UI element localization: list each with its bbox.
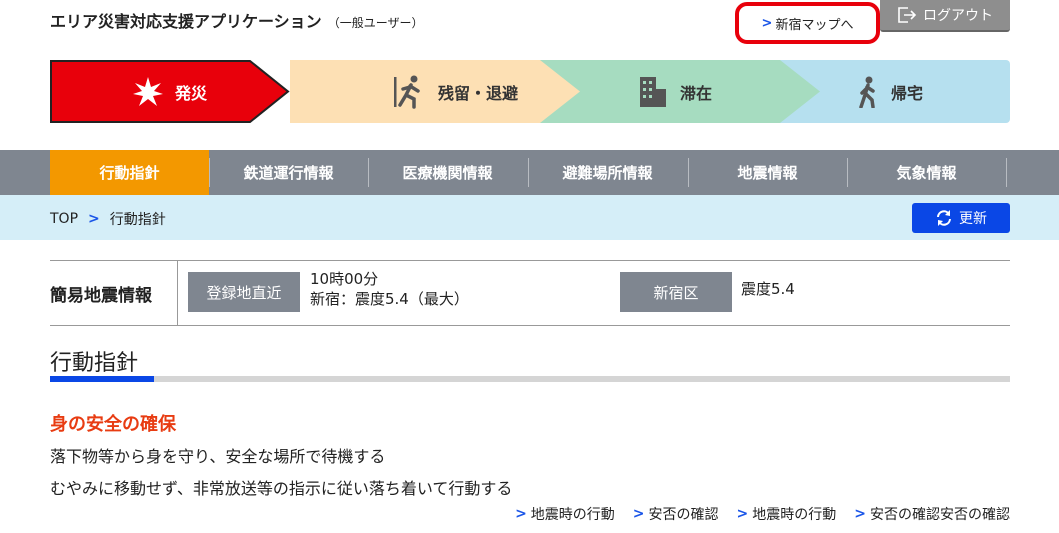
building-icon — [638, 75, 668, 109]
map-link-label: 新宿マップへ — [775, 17, 854, 33]
chevron-right-icon: > — [515, 506, 527, 522]
section-underline — [50, 376, 1010, 382]
phase-disaster[interactable]: 発災 — [50, 60, 340, 123]
guidance-text: 落下物等から身を守り、安全な場所で待機する — [50, 447, 386, 466]
user-role-label: （一般ユーザー） — [327, 16, 424, 30]
nav-item-medical[interactable]: 医療機関情報 — [368, 150, 527, 195]
earthquake-intensity: 新宿：震度5.4（最大） — [310, 290, 469, 308]
link-earthquake-action[interactable]: > 地震時の行動 — [737, 504, 837, 524]
nav-item-shelter[interactable]: 避難場所情報 — [528, 150, 687, 195]
walking-person-icon — [857, 76, 879, 108]
link-safety-check[interactable]: > 安否の確認安否の確認 — [854, 504, 1010, 524]
link-safety-check[interactable]: > 安否の確認 — [633, 504, 719, 524]
burst-icon — [132, 76, 163, 107]
nav-item-railway[interactable]: 鉄道運行情報 — [209, 150, 368, 195]
nav-divider — [1006, 158, 1007, 187]
link-label: 安否の確認 — [648, 507, 719, 523]
breadcrumb-home[interactable]: TOP — [50, 211, 78, 227]
app-title: エリア災害対応支援アプリケーション （一般ユーザー） — [50, 8, 423, 32]
phase-label: 滞在 — [679, 83, 712, 103]
ward-badge: 新宿区 — [620, 272, 732, 312]
link-label: 安否の確認安否の確認 — [870, 507, 1010, 523]
main-nav: 行動指針 鉄道運行情報 医療機関情報 避難場所情報 地震情報 気象情報 — [0, 150, 1059, 195]
safety-heading: 身の安全の確保 — [50, 414, 176, 435]
link-label: 地震時の行動 — [752, 507, 837, 523]
earthquake-time: 10時00分 — [310, 270, 379, 288]
breadcrumb-current: 行動指針 — [109, 212, 166, 228]
chevron-right-icon: > — [736, 506, 749, 522]
ward-intensity: 震度5.4 — [741, 280, 795, 298]
phase-label: 帰宅 — [890, 83, 923, 103]
nav-item-weather[interactable]: 気象情報 — [847, 150, 1006, 195]
app-title-text: エリア災害対応支援アプリケーション — [50, 12, 322, 31]
logout-icon — [898, 7, 917, 23]
divider — [177, 261, 178, 325]
phase-label: 残留・退避 — [437, 83, 518, 103]
refresh-icon — [937, 210, 951, 226]
chevron-right-icon: > — [632, 506, 645, 522]
refresh-button[interactable]: 更新 — [912, 203, 1010, 233]
running-person-icon — [392, 75, 426, 109]
related-links: > 地震時の行動 > 安否の確認 > 地震時の行動 > 安否の確認安否の確認 — [497, 504, 1010, 524]
chevron-right-icon: > — [854, 506, 866, 522]
logout-button[interactable]: ログアウト — [880, 0, 1010, 32]
earthquake-summary-title: 簡易地震情報 — [50, 286, 152, 306]
breadcrumb: TOP > 行動指針 — [50, 209, 166, 229]
earthquake-summary: 簡易地震情報 登録地直近 10時00分 新宿：震度5.4（最大） 新宿区 震度5… — [50, 260, 1010, 326]
nav-item-guidance[interactable]: 行動指針 — [50, 150, 209, 195]
shinjuku-map-link[interactable]: > 新宿マップへ — [735, 2, 880, 44]
link-earthquake-action[interactable]: > 地震時の行動 — [515, 504, 615, 524]
section-heading: 行動指針 — [50, 351, 139, 376]
nav-item-earthquake[interactable]: 地震情報 — [688, 150, 847, 195]
chevron-right-icon: > — [761, 15, 773, 31]
guidance-text: むやみに移動せず、非常放送等の指示に従い落ち着いて行動する — [50, 479, 513, 498]
refresh-label: 更新 — [959, 211, 987, 227]
link-label: 地震時の行動 — [530, 507, 615, 523]
chevron-right-icon: > — [88, 211, 100, 227]
phase-progress: 帰宅 滞在 残留・退避 発災 — [50, 60, 1010, 123]
breadcrumb-bar: TOP > 行動指針 更新 — [0, 195, 1059, 240]
logout-label: ログアウト — [923, 8, 993, 24]
nearest-registered-badge: 登録地直近 — [188, 272, 300, 312]
phase-label: 発災 — [174, 83, 207, 103]
